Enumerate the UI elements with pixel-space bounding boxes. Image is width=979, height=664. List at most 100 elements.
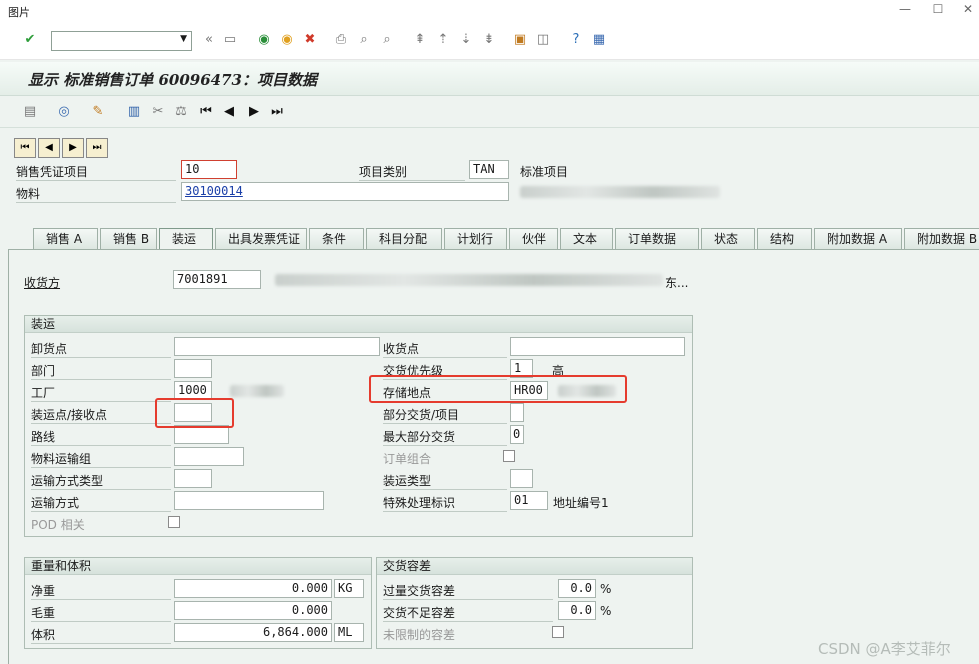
previous-page-icon[interactable]: ⇡: [435, 32, 451, 48]
tab-0[interactable]: 销售 A: [33, 228, 98, 249]
help-icon[interactable]: ?: [568, 32, 584, 48]
tab-3[interactable]: 出具发票凭证: [215, 228, 307, 249]
tab-1[interactable]: 销售 B: [100, 228, 157, 249]
order-combination-label: 订单组合: [383, 452, 432, 466]
pod-checkbox[interactable]: [168, 516, 180, 528]
highlight-shipping-point: [155, 398, 234, 428]
category-field[interactable]: TAN: [469, 160, 509, 179]
chevron-down-icon[interactable]: ▼: [180, 34, 187, 44]
fast-change-icon[interactable]: ⚖: [173, 104, 189, 120]
ship-to-field[interactable]: 7001891: [173, 270, 261, 289]
screen-title: 显示 标准销售订单 60096473：项目数据: [28, 71, 317, 89]
document-flow-icon[interactable]: ◎: [56, 104, 72, 120]
transport-mode-field[interactable]: [174, 491, 324, 510]
first-page-icon[interactable]: ⇞: [412, 32, 428, 48]
previous-record-button[interactable]: ◀: [38, 138, 60, 158]
item-field[interactable]: 10: [181, 160, 237, 179]
gross-weight-field[interactable]: 0.000: [174, 601, 332, 620]
layout-icon[interactable]: ▦: [591, 32, 607, 48]
order-combination-checkbox[interactable]: [503, 450, 515, 462]
max-partial-field[interactable]: 0: [510, 425, 524, 444]
material-freight-group-field[interactable]: [174, 447, 244, 466]
over-tolerance-unit: %: [600, 582, 612, 596]
tab-9[interactable]: 订单数据: [615, 228, 699, 249]
plant-label: 工厂: [31, 384, 171, 402]
first-record-button[interactable]: ⏮: [14, 138, 36, 158]
tab-13[interactable]: 附加数据 B: [904, 228, 979, 249]
department-field[interactable]: [174, 359, 212, 378]
material-field[interactable]: 30100014: [181, 182, 509, 201]
volume-field[interactable]: 6,864.000: [174, 623, 332, 642]
ship-to-suffix: 东...: [665, 276, 689, 290]
partial-delivery-field[interactable]: [510, 403, 524, 422]
item-overview-icon[interactable]: ▥: [126, 104, 142, 120]
transport-mode-type-field[interactable]: [174, 469, 212, 488]
next-item-icon[interactable]: ▶: [246, 104, 262, 120]
tab-2[interactable]: 装运: [159, 228, 213, 250]
last-page-icon[interactable]: ⇟: [481, 32, 497, 48]
header-icon[interactable]: ✎: [90, 104, 106, 120]
weight-volume-header: 重量和体积: [25, 558, 371, 575]
material-freight-group-label: 物料运输组: [31, 450, 171, 468]
special-processing-label: 特殊处理标识: [383, 494, 507, 512]
shipping-type-field[interactable]: [510, 469, 533, 488]
close-window-button[interactable]: ✕: [958, 2, 978, 18]
tab-11[interactable]: 结构: [757, 228, 812, 249]
next-record-button[interactable]: ▶: [62, 138, 84, 158]
unloading-point-label: 卸货点: [31, 340, 171, 358]
tab-7[interactable]: 伙伴: [509, 228, 558, 249]
max-partial-label: 最大部分交货: [383, 428, 507, 446]
volume-unit[interactable]: ML: [334, 623, 364, 642]
shortcut-icon[interactable]: ◫: [535, 32, 551, 48]
display-document-icon[interactable]: ▤: [22, 104, 38, 120]
print-icon[interactable]: ⎙: [333, 32, 349, 48]
net-weight-unit[interactable]: KG: [334, 579, 364, 598]
category-desc: 标准项目: [520, 165, 569, 179]
collapse-icon[interactable]: «: [201, 32, 217, 48]
over-tolerance-field[interactable]: 0.0: [558, 579, 596, 598]
item-details-icon[interactable]: ✂: [150, 104, 166, 120]
net-weight-field[interactable]: 0.000: [174, 579, 332, 598]
receiving-point-field[interactable]: [510, 337, 685, 356]
tab-12[interactable]: 附加数据 A: [814, 228, 902, 249]
special-processing-field[interactable]: 01: [510, 491, 548, 510]
first-item-icon[interactable]: ⏮: [198, 104, 214, 120]
find-icon[interactable]: ⌕: [356, 32, 372, 48]
cancel-icon[interactable]: ✖: [302, 32, 318, 48]
window-titlebar: 图片 — ☐ ✕: [0, 0, 979, 22]
blurred-material-desc: [520, 186, 720, 198]
last-item-icon[interactable]: ⏭: [269, 104, 285, 120]
tab-5[interactable]: 科目分配: [366, 228, 442, 249]
under-tolerance-unit: %: [600, 604, 612, 618]
last-record-button[interactable]: ⏭: [86, 138, 108, 158]
unlimited-tolerance-checkbox[interactable]: [552, 626, 564, 638]
back-icon[interactable]: ◉: [256, 32, 272, 48]
unloading-point-field[interactable]: [174, 337, 380, 356]
receiving-point-label: 收货点: [383, 340, 507, 358]
tab-4[interactable]: 条件: [309, 228, 364, 249]
save-icon[interactable]: ▭: [222, 32, 238, 48]
tab-8[interactable]: 文本: [560, 228, 613, 249]
pod-label: POD 相关: [31, 518, 85, 532]
over-tolerance-label: 过量交货容差: [383, 582, 553, 600]
tolerance-header: 交货容差: [377, 558, 692, 575]
tab-10[interactable]: 状态: [701, 228, 755, 249]
transport-mode-label: 运输方式: [31, 494, 171, 512]
next-page-icon[interactable]: ⇣: [458, 32, 474, 48]
unlimited-tolerance-label: 未限制的容差: [383, 628, 456, 642]
previous-item-icon[interactable]: ◀: [221, 104, 237, 120]
maximize-button[interactable]: ☐: [928, 2, 948, 18]
blurred-ship-to-name: [275, 274, 663, 286]
enter-check-icon[interactable]: ✔: [22, 32, 38, 48]
tab-6[interactable]: 计划行: [444, 228, 507, 249]
partial-delivery-label: 部分交货/项目: [383, 406, 507, 424]
department-label: 部门: [31, 362, 171, 380]
exit-icon[interactable]: ◉: [279, 32, 295, 48]
new-session-icon[interactable]: ▣: [512, 32, 528, 48]
application-toolbar: ▤ ◎ ✎ ▥ ✂ ⚖ ⏮ ◀ ▶ ⏭: [0, 96, 979, 128]
command-field[interactable]: ▼: [51, 31, 192, 51]
under-tolerance-field[interactable]: 0.0: [558, 601, 596, 620]
find-next-icon[interactable]: ⌕: [379, 32, 395, 48]
window-title: 图片: [8, 6, 30, 19]
minimize-button[interactable]: —: [895, 2, 915, 18]
